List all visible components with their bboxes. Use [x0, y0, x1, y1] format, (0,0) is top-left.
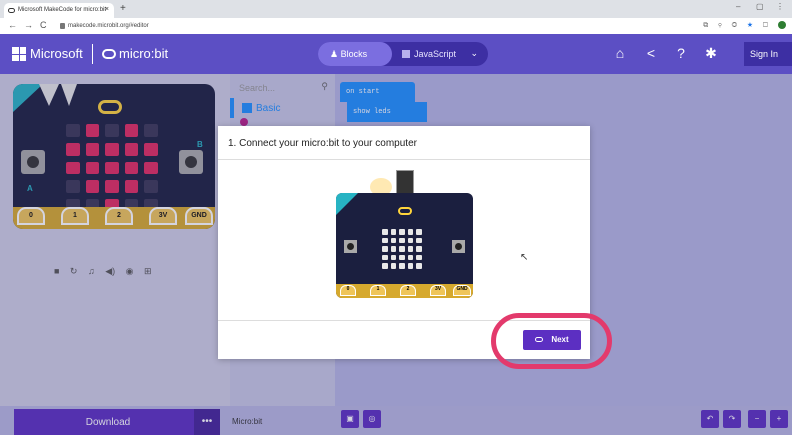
mini-led-5 — [382, 237, 388, 244]
mini-led-22 — [399, 263, 405, 269]
mini-pin-1: 1 — [370, 285, 386, 296]
mini-led-14 — [416, 246, 422, 252]
mini-led-0 — [382, 229, 388, 235]
mini-led-24 — [416, 263, 422, 269]
mini-logo-icon — [398, 207, 412, 215]
browser-tabstrip: Microsoft MakeCode for micro:bit × + – ▢… — [0, 0, 792, 18]
javascript-tab[interactable]: JavaScript — [402, 49, 456, 59]
mini-led-23 — [407, 263, 414, 269]
makecode-header: Microsoft micro:bit ♟ Blocks JavaScript … — [0, 34, 792, 74]
mini-led-6 — [390, 237, 397, 244]
usb-connector-icon — [396, 170, 414, 194]
mini-led-12 — [399, 246, 405, 252]
mini-led-11 — [390, 246, 397, 252]
dialog-title: 1. Connect your micro:bit to your comput… — [228, 138, 417, 149]
extension-icons[interactable]: ⧉ ⚲ ◎ ★ ▢ — [703, 21, 786, 30]
share-icon[interactable]: < — [642, 45, 660, 61]
mini-led-8 — [407, 237, 414, 244]
mini-led-13 — [407, 246, 414, 252]
browser-toolbar: ← → C makecode.microbit.org/#editor ⧉ ⚲ … — [0, 18, 792, 34]
mini-led-17 — [399, 254, 405, 261]
gear-icon[interactable]: ✱ — [702, 45, 720, 62]
profile-avatar[interactable] — [778, 21, 786, 29]
mini-pin-3v: 3V — [430, 285, 446, 296]
microbit-favicon-icon — [8, 8, 15, 13]
mini-button-b — [452, 240, 465, 253]
mini-led-1 — [390, 229, 397, 235]
mini-led-20 — [382, 263, 388, 269]
mini-led-19 — [416, 254, 422, 261]
mini-board-corner — [336, 193, 358, 215]
javascript-icon — [402, 50, 410, 58]
home-icon[interactable]: ⌂ — [611, 45, 629, 61]
new-tab-button[interactable]: + — [120, 3, 126, 14]
mini-led-matrix — [382, 229, 422, 269]
forward-icon[interactable]: → — [24, 20, 33, 30]
mini-pin-2: 2 — [400, 285, 416, 296]
mini-led-16 — [390, 254, 397, 261]
mini-led-3 — [407, 229, 414, 235]
mini-led-2 — [399, 229, 405, 235]
minimize-icon[interactable]: – — [736, 2, 740, 11]
mini-button-a — [344, 240, 357, 253]
tab-close-icon[interactable]: × — [105, 6, 109, 13]
address-url: makecode.microbit.org/#editor — [68, 23, 149, 29]
mini-led-4 — [416, 229, 422, 235]
restore-icon[interactable]: ▢ — [756, 2, 764, 11]
javascript-tab-label: JavaScript — [414, 49, 457, 59]
back-icon[interactable]: ← — [8, 20, 17, 30]
microbit-brand[interactable]: micro:bit — [119, 46, 168, 61]
tab-title: Microsoft MakeCode for micro:bit — [18, 7, 107, 13]
microbit-logo-icon — [102, 49, 116, 59]
mini-led-9 — [416, 237, 422, 244]
mouse-cursor-icon: ↖ — [520, 252, 529, 263]
mini-led-10 — [382, 246, 388, 252]
chevron-down-icon[interactable]: ⌄ — [470, 48, 478, 59]
mini-pin-gnd: GND — [453, 285, 471, 296]
sign-in-label: Sign In — [750, 49, 779, 59]
dialog-divider — [218, 159, 590, 160]
help-icon[interactable]: ? — [672, 45, 690, 61]
reload-icon[interactable]: C — [40, 20, 47, 30]
microsoft-brand[interactable]: Microsoft — [30, 46, 83, 61]
mini-edge-connector: 0 1 2 3V GND — [336, 284, 473, 298]
highlight-annotation — [491, 313, 612, 369]
microbit-illustration: 0 1 2 3V GND — [336, 193, 473, 298]
editor-toggle: ♟ Blocks JavaScript ⌄ — [318, 42, 488, 66]
address-bar[interactable]: makecode.microbit.org/#editor — [60, 20, 700, 32]
microsoft-logo-icon — [12, 47, 26, 61]
blocks-tab-label: Blocks — [340, 49, 368, 59]
browser-tab[interactable]: Microsoft MakeCode for micro:bit × — [4, 3, 114, 18]
brand-divider — [92, 44, 93, 64]
blocks-icon: ♟ — [330, 49, 341, 59]
mini-pin-0: 0 — [340, 285, 356, 296]
sign-in-button[interactable]: Sign In — [744, 42, 792, 66]
bookmark-star-icon[interactable]: ★ — [747, 22, 757, 29]
blocks-tab[interactable]: ♟ Blocks — [318, 42, 392, 66]
mini-led-7 — [399, 237, 405, 244]
mini-led-15 — [382, 254, 388, 261]
mini-led-21 — [390, 263, 397, 269]
menu-icon[interactable]: ⋮ — [776, 2, 784, 11]
lock-icon — [60, 23, 65, 29]
mini-led-18 — [407, 254, 414, 261]
